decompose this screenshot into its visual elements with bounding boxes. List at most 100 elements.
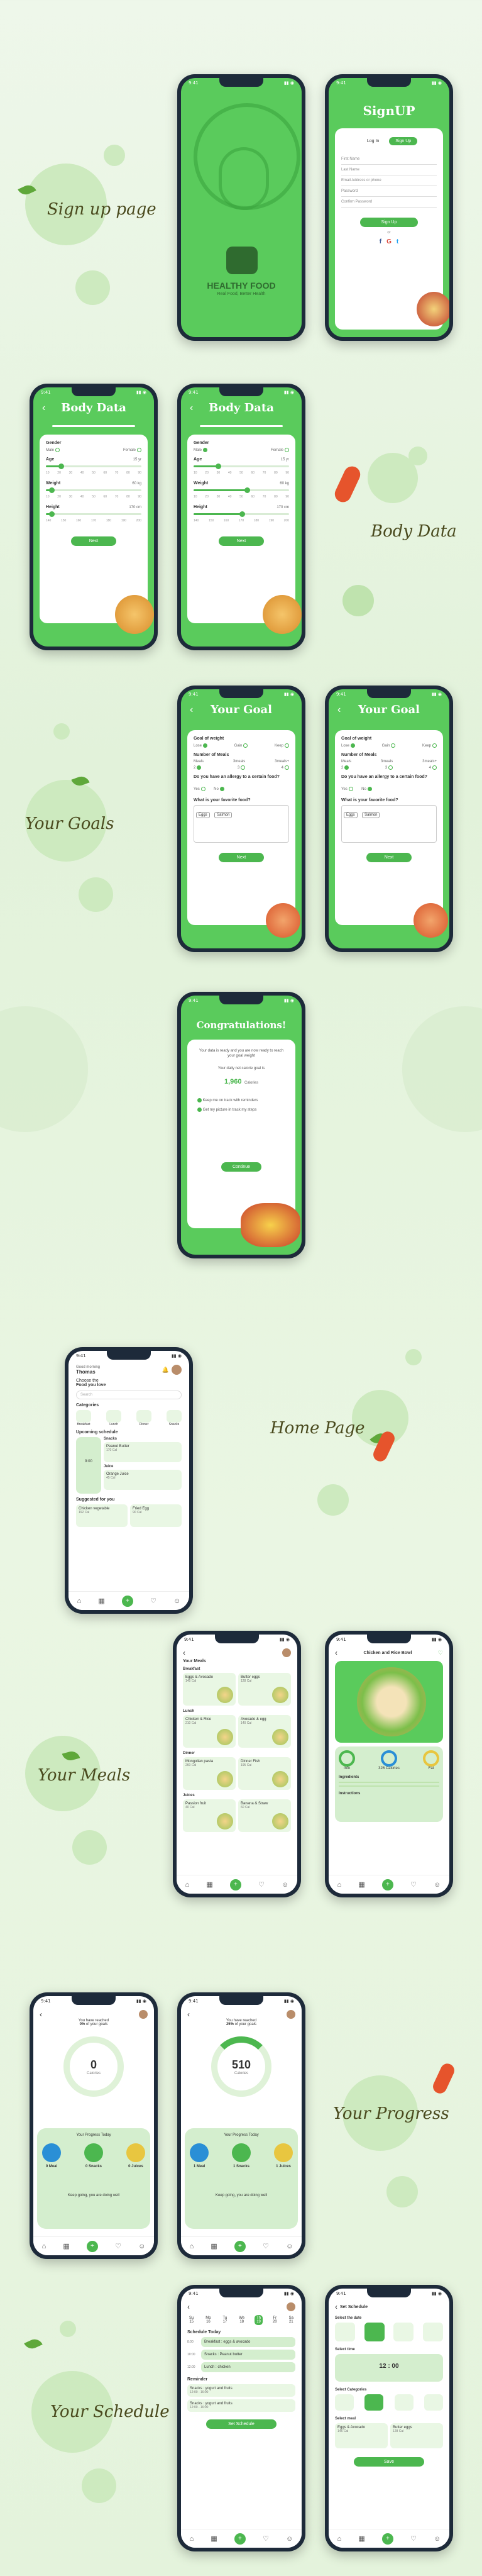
- next-button[interactable]: Next: [71, 536, 116, 547]
- chip-eggs[interactable]: Eggs: [344, 812, 358, 819]
- home-icon[interactable]: ⌂: [185, 1881, 190, 1889]
- category-card[interactable]: [335, 2394, 354, 2411]
- add-icon[interactable]: +: [229, 1879, 241, 1890]
- calendar-icon[interactable]: ▦: [358, 1880, 364, 1889]
- schedule-entry[interactable]: Breakfast : eggs & avocado: [201, 2337, 295, 2347]
- signup-button[interactable]: Sign Up: [360, 218, 418, 227]
- confirm-password-field[interactable]: Confirm Password: [341, 197, 437, 208]
- heart-icon[interactable]: ♡: [150, 1597, 156, 1605]
- female-option[interactable]: Female: [123, 448, 136, 452]
- home-icon[interactable]: ⌂: [337, 1881, 342, 1889]
- female-option[interactable]: Female: [271, 448, 283, 452]
- keep-option[interactable]: Keep: [275, 744, 283, 748]
- user-icon[interactable]: ☺: [434, 1881, 441, 1889]
- calendar-icon[interactable]: ▦: [98, 1597, 104, 1605]
- add-icon[interactable]: +: [381, 1879, 393, 1890]
- continue-button[interactable]: Continue: [221, 1162, 261, 1172]
- keep-option[interactable]: Keep: [422, 744, 431, 748]
- last-name-field[interactable]: Last Name: [341, 165, 437, 175]
- allergy-yes[interactable]: Yes: [194, 787, 200, 791]
- weight-slider[interactable]: [194, 487, 289, 494]
- allergy-yes[interactable]: Yes: [341, 787, 348, 791]
- add-icon[interactable]: +: [121, 1595, 133, 1607]
- back-arrow-icon[interactable]: ‹: [335, 1648, 337, 1657]
- email-field[interactable]: Email Address or phone: [341, 175, 437, 186]
- steps-checkbox[interactable]: [197, 1107, 202, 1112]
- avatar[interactable]: [287, 2010, 295, 2019]
- meals-radio-4[interactable]: [285, 765, 289, 770]
- calendar-icon[interactable]: ▦: [358, 2534, 364, 2543]
- next-button[interactable]: Next: [219, 536, 264, 547]
- search-input[interactable]: Search: [76, 1391, 182, 1399]
- home-icon[interactable]: ⌂: [190, 2535, 194, 2543]
- meal-card[interactable]: Chicken & Rice 210 Cal: [183, 1715, 236, 1748]
- weight-slider[interactable]: [46, 487, 141, 494]
- category-dinner[interactable]: Dinner: [136, 1410, 151, 1426]
- save-button[interactable]: Save: [354, 2457, 424, 2467]
- schedule-entry[interactable]: Snacks : Peanut butter: [201, 2350, 295, 2360]
- back-arrow-icon[interactable]: ‹: [190, 402, 202, 414]
- reminder-card-1[interactable]: Snacks : yogurt and fruits 12:00 - 16:00: [187, 2384, 295, 2397]
- home-icon[interactable]: ⌂: [190, 2243, 194, 2250]
- user-icon[interactable]: ☺: [138, 2243, 145, 2250]
- age-slider[interactable]: [194, 464, 289, 470]
- calendar-day[interactable]: Sa 21: [287, 2315, 295, 2325]
- user-icon[interactable]: ☺: [173, 1597, 180, 1605]
- first-name-field[interactable]: First Name: [341, 154, 437, 165]
- snack-card[interactable]: Peanut Butter 170 Cal: [104, 1442, 182, 1462]
- chip-salmon[interactable]: Salmon: [214, 812, 233, 819]
- back-arrow-icon[interactable]: ‹: [42, 402, 55, 414]
- meal-card[interactable]: Passion fruit 40 Cal: [183, 1799, 236, 1832]
- meal-card[interactable]: Dinner Fish 195 Cal: [238, 1757, 291, 1790]
- calendar-icon[interactable]: ▦: [63, 2242, 69, 2250]
- date-card[interactable]: [393, 2323, 414, 2341]
- user-icon[interactable]: ☺: [286, 2535, 293, 2543]
- next-button[interactable]: Next: [219, 853, 264, 863]
- category-snacks[interactable]: Snacks: [167, 1410, 182, 1426]
- password-field[interactable]: Password: [341, 186, 437, 197]
- avatar[interactable]: [172, 1365, 182, 1375]
- category-card-selected[interactable]: [364, 2394, 384, 2411]
- heart-icon[interactable]: ♡: [263, 2534, 269, 2543]
- suggested-card-1[interactable]: Chicken vegetable 192 Cal: [76, 1504, 128, 1527]
- twitter-icon[interactable]: t: [397, 238, 398, 245]
- home-icon[interactable]: ⌂: [77, 1597, 82, 1605]
- user-icon[interactable]: ☺: [282, 1881, 288, 1889]
- bell-icon[interactable]: 🔔: [162, 1367, 169, 1374]
- date-card-selected[interactable]: [364, 2323, 385, 2341]
- user-icon[interactable]: ☺: [286, 2243, 293, 2250]
- tab-signup[interactable]: Sign Up: [389, 137, 418, 145]
- calendar-day[interactable]: Su 15: [187, 2315, 195, 2325]
- calendar-day[interactable]: Th 19: [255, 2315, 263, 2325]
- add-icon[interactable]: +: [381, 2533, 393, 2545]
- allergy-no[interactable]: No: [361, 787, 366, 791]
- meal-option-card-2[interactable]: Butter eggs 128 Cal: [390, 2423, 443, 2448]
- calendar-day[interactable]: We 18: [237, 2315, 246, 2325]
- juice-card[interactable]: Orange Juice 45 Cal: [104, 1470, 182, 1490]
- calendar-day[interactable]: Fr 20: [271, 2315, 279, 2325]
- add-icon[interactable]: +: [86, 2240, 98, 2252]
- meal-card[interactable]: Banana & Straw 60 Cal: [238, 1799, 291, 1832]
- calendar-icon[interactable]: ▦: [211, 2242, 217, 2250]
- calendar-day[interactable]: Mo 16: [204, 2315, 212, 2325]
- category-card[interactable]: [394, 2394, 414, 2411]
- category-lunch[interactable]: Lunch: [106, 1410, 121, 1426]
- meal-card[interactable]: Eggs & Avocado 145 Cal: [183, 1673, 236, 1706]
- google-icon[interactable]: G: [386, 238, 392, 245]
- allergy-no[interactable]: No: [214, 787, 219, 791]
- heart-icon[interactable]: ♡: [410, 2534, 417, 2543]
- meal-card[interactable]: Butter eggs 128 Cal: [238, 1673, 291, 1706]
- meals-radio-2[interactable]: [197, 765, 202, 770]
- male-option[interactable]: Male: [46, 448, 54, 452]
- chip-salmon[interactable]: Salmon: [362, 812, 380, 819]
- avatar[interactable]: [287, 2302, 295, 2311]
- time-picker[interactable]: 12 : 00: [335, 2354, 443, 2382]
- home-icon[interactable]: ⌂: [337, 2535, 342, 2543]
- heart-icon[interactable]: ♡: [115, 2242, 121, 2250]
- reminder-card-2[interactable]: Snacks : yogurt and fruits 12:00 - 16:00: [187, 2399, 295, 2412]
- heart-icon[interactable]: ♡: [258, 1880, 265, 1889]
- back-arrow-icon[interactable]: ‹: [187, 2302, 190, 2311]
- back-arrow-icon[interactable]: ‹: [187, 2010, 190, 2019]
- category-breakfast[interactable]: Breakfast: [76, 1410, 91, 1426]
- heart-icon[interactable]: ♡: [410, 1880, 417, 1889]
